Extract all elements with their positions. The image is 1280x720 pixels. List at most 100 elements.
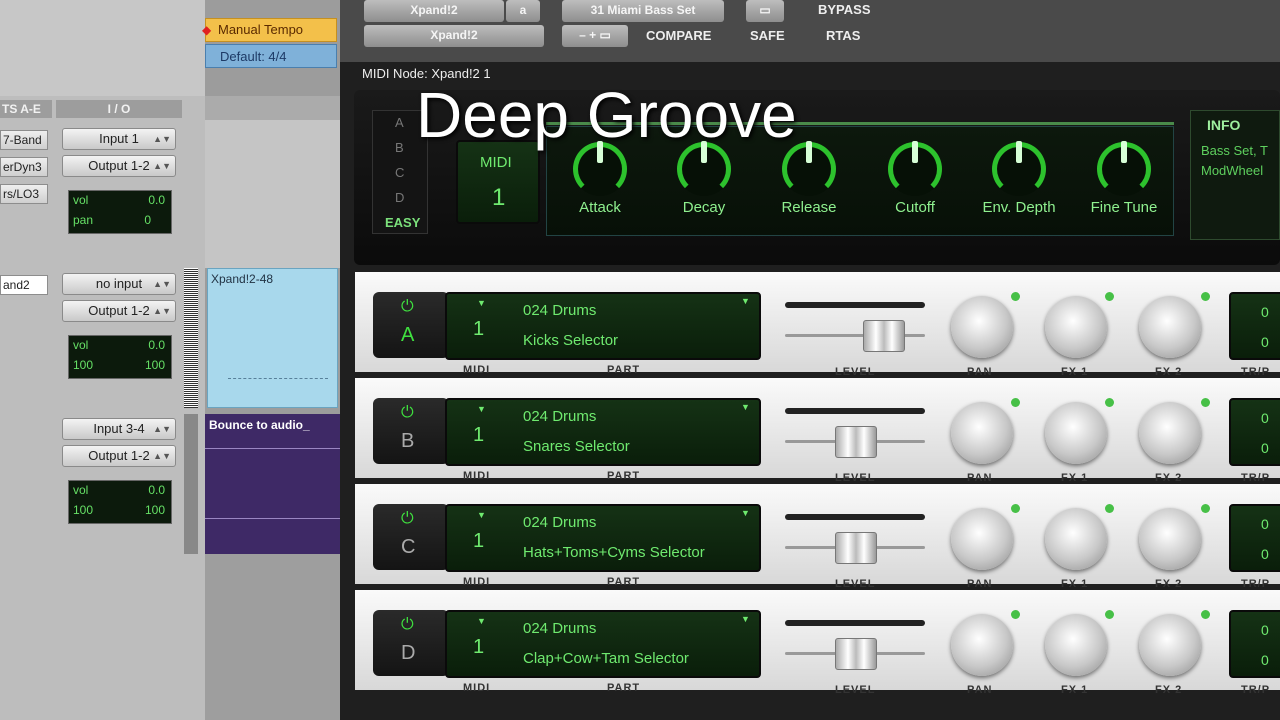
midi-sublabel: MIDI	[463, 364, 491, 376]
safe-button[interactable]: SAFE	[750, 28, 785, 43]
fx1-sublabel: FX 1	[1061, 578, 1089, 590]
transpose-display[interactable]: 0 0	[1229, 610, 1280, 678]
track-lanes: ◆ Manual Tempo Default: 4/4 Xpand!2-48 B…	[202, 0, 340, 720]
insert-slot[interactable]: 7-Band	[0, 130, 48, 150]
level-slider-thumb[interactable]	[835, 638, 877, 670]
vol-value: 0.0	[148, 483, 165, 497]
input-selector[interactable]: Input 1 ▲▼	[62, 128, 176, 150]
track-header-strip	[205, 96, 340, 120]
insert-selector[interactable]: Xpand!2	[364, 0, 504, 22]
fx1-knob[interactable]	[1045, 296, 1107, 358]
preset-selector[interactable]: 31 Miami Bass Set	[562, 0, 724, 22]
insert-slot[interactable]: erDyn3	[0, 157, 48, 177]
power-icon[interactable]: ⏻	[401, 616, 414, 634]
level-slider-thumb[interactable]	[835, 426, 877, 458]
part-enable-block[interactable]: ⏻ B	[373, 398, 449, 464]
waveform-line	[205, 448, 340, 449]
fx1-knob[interactable]	[1045, 508, 1107, 570]
power-icon[interactable]: ⏻	[401, 510, 414, 528]
audio-clip[interactable]: Bounce to audio_	[205, 414, 340, 554]
output-selector[interactable]: Output 1-2 ▲▼	[62, 300, 176, 322]
transpose-display[interactable]: 0 0	[1229, 292, 1280, 360]
part-enable-block[interactable]: ⏻ D	[373, 610, 449, 676]
pan-knob[interactable]	[951, 508, 1013, 570]
fx1-knob[interactable]	[1045, 614, 1107, 676]
part-midi-channel: 1	[473, 424, 485, 446]
part-display[interactable]: 1 ▼ 024 Drums Clap+Cow+Tam Selector ▼	[445, 610, 761, 678]
part-display[interactable]: 1 ▼ 024 Drums Snares Selector ▼	[445, 398, 761, 466]
empty-lane	[205, 554, 340, 720]
vol-pan-display[interactable]: vol 0.0 100 100	[68, 480, 172, 524]
vol-label: vol	[73, 483, 89, 497]
transpose-display[interactable]: 0 0	[1229, 398, 1280, 466]
vol-pan-display[interactable]: vol 0.0 100 100	[68, 335, 172, 379]
pan-knob[interactable]	[951, 614, 1013, 676]
fx2-sublabel: FX 2	[1155, 684, 1183, 696]
fx2-knob[interactable]	[1139, 402, 1201, 464]
part-sublabel: PART	[607, 470, 641, 482]
fx2-knob[interactable]	[1139, 296, 1201, 358]
power-icon[interactable]: ⏻	[401, 298, 414, 316]
transpose-display[interactable]: 0 0	[1229, 504, 1280, 572]
bank-dropdown-icon[interactable]: ▼	[741, 296, 750, 306]
insert-slot[interactable]: rs/LO3	[0, 184, 48, 204]
fx2-knob[interactable]	[1139, 508, 1201, 570]
format-label: RTAS	[826, 28, 861, 43]
track-lane	[205, 120, 340, 268]
fine-tune-knob[interactable]	[1097, 141, 1151, 196]
midi-clip[interactable]: Xpand!2-48	[207, 268, 338, 408]
bank-dropdown-icon[interactable]: ▼	[741, 402, 750, 412]
level-slider-track	[785, 620, 925, 626]
part-enable-block[interactable]: ⏻ A	[373, 292, 449, 358]
insert-slot[interactable]: and2	[0, 275, 48, 295]
bank-dropdown-icon[interactable]: ▼	[741, 508, 750, 518]
level-slider-track	[785, 408, 925, 414]
dropdown-arrow-icon: ▲▼	[153, 451, 171, 461]
librarian-icon[interactable]: ▭	[746, 0, 784, 22]
dropdown-arrow-icon: ▲▼	[153, 306, 171, 316]
plugin-selector[interactable]: Xpand!2	[364, 25, 544, 47]
bank-dropdown-icon[interactable]: ▼	[741, 614, 750, 624]
fx2-knob-indicator	[1201, 504, 1210, 513]
pan-knob[interactable]	[951, 296, 1013, 358]
cutoff-knob[interactable]	[888, 141, 942, 196]
bypass-button[interactable]: BYPASS	[818, 2, 871, 17]
part-midi-channel: 1	[473, 318, 485, 340]
pan-knob[interactable]	[951, 402, 1013, 464]
compare-button[interactable]: COMPARE	[646, 28, 711, 43]
input-selector[interactable]: no input ▲▼	[62, 273, 176, 295]
level-meter	[184, 414, 198, 554]
power-icon[interactable]: ⏻	[401, 404, 414, 422]
input-selector-label: Input 3-4	[93, 421, 145, 436]
level-slider-thumb[interactable]	[835, 532, 877, 564]
part-display[interactable]: 1 ▼ 024 Drums Hats+Toms+Cyms Selector ▼	[445, 504, 761, 572]
part-enable-block[interactable]: ⏻ C	[373, 504, 449, 570]
input-selector[interactable]: Input 3-4 ▲▼	[62, 418, 176, 440]
midi-channel-display[interactable]: MIDI 1	[456, 140, 540, 224]
part-letter-d[interactable]: D	[395, 190, 404, 205]
fx1-knob[interactable]	[1045, 402, 1107, 464]
part-display[interactable]: 1 ▼ 024 Drums Kicks Selector ▼	[445, 292, 761, 360]
transpose-value: 0	[1261, 546, 1269, 562]
level-slider-thumb[interactable]	[863, 320, 905, 352]
audio-clip-label: Bounce to audio_	[209, 418, 310, 432]
preset-nav-buttons[interactable]: – + ▭	[562, 25, 628, 47]
tempo-ruler[interactable]: ◆ Manual Tempo	[202, 18, 337, 42]
fx2-knob[interactable]	[1139, 614, 1201, 676]
level-meter	[184, 268, 198, 408]
part-letter-a[interactable]: A	[395, 115, 404, 130]
env-depth-knob[interactable]	[992, 141, 1046, 196]
trp-sublabel: TR/P	[1241, 472, 1271, 484]
trp-sublabel: TR/P	[1241, 366, 1271, 378]
vol-pan-display[interactable]: vol 0.0 pan 0	[68, 190, 172, 234]
transpose-value: 0	[1261, 410, 1269, 426]
output-selector[interactable]: Output 1-2 ▲▼	[62, 155, 176, 177]
insert-position-selector[interactable]: a	[506, 0, 540, 22]
part-letter-b[interactable]: B	[395, 140, 404, 155]
part-letter-c[interactable]: C	[395, 165, 404, 180]
transpose-value: 0	[1261, 334, 1269, 350]
easy-mode-label[interactable]: EASY	[385, 215, 420, 230]
trp-sublabel: TR/P	[1241, 684, 1271, 696]
output-selector[interactable]: Output 1-2 ▲▼	[62, 445, 176, 467]
meter-ruler[interactable]: Default: 4/4	[205, 44, 337, 68]
